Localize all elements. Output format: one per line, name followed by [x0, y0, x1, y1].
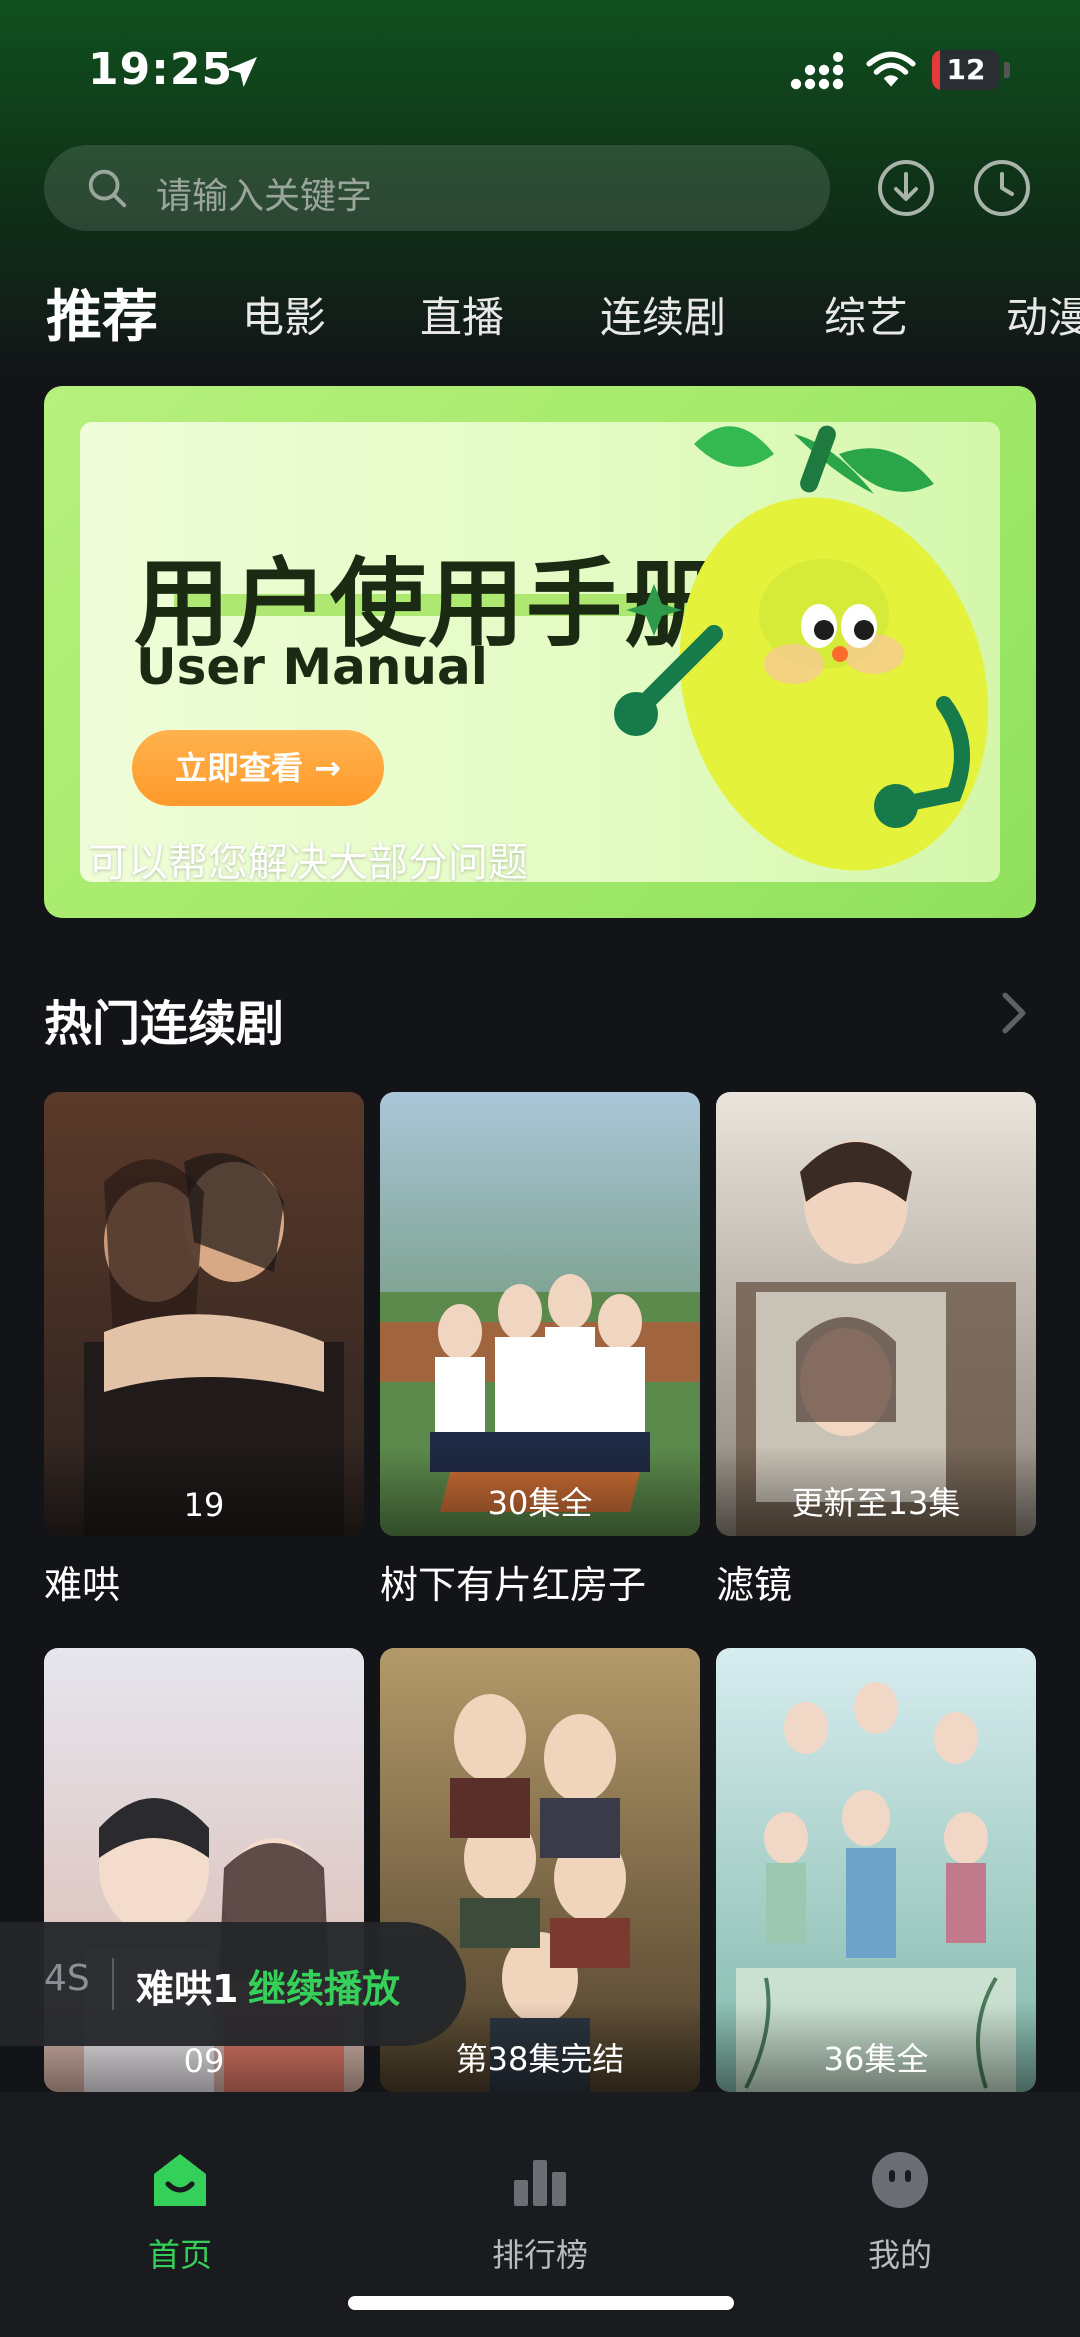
search-input[interactable]: 请输入关键字 [44, 145, 830, 231]
bar-chart-icon [514, 2160, 566, 2206]
poster-image: 更新至13集 [716, 1092, 1036, 1536]
download-icon[interactable] [876, 158, 936, 218]
poster-image: 30集全 [380, 1092, 700, 1536]
section-title: 热门连续剧 [44, 996, 285, 1052]
location-arrow-icon [227, 57, 257, 87]
show-title: 滤镜 [716, 1563, 793, 1607]
history-clock-icon[interactable] [972, 158, 1032, 218]
tab-recommend[interactable]: 推荐 [46, 272, 158, 350]
continue-play-button[interactable]: 继续播放 [248, 1958, 400, 2013]
poster-image: 19 [44, 1092, 364, 1536]
show-title: 难哄 [44, 1563, 121, 1607]
tab-series[interactable]: 连续剧 [600, 284, 726, 345]
user-manual-banner[interactable]: 用户使用手册 User Manual 立即查看 → 可以帮您解决大部分问题 [44, 386, 1036, 918]
cellular-signal-icon [790, 52, 844, 90]
nav-ranking[interactable]: 排行榜 [420, 2120, 660, 2290]
search-icon [88, 169, 127, 208]
search-placeholder: 请输入关键字 [156, 176, 373, 217]
battery-tip [1004, 62, 1010, 78]
home-icon [154, 2154, 206, 2206]
toast-divider [112, 1958, 114, 2010]
status-time: 19:25 [88, 44, 234, 95]
nav-home[interactable]: 首页 [60, 2120, 300, 2290]
banner-caption: 可以帮您解决大部分问题 [88, 840, 528, 886]
banner-subtitle: User Manual [136, 638, 488, 696]
mango-mascot-icon [614, 425, 989, 871]
episode-label: 36集全 [823, 2040, 929, 2078]
countdown-timer: 4S [44, 1958, 90, 1999]
tab-live[interactable]: 直播 [420, 284, 504, 345]
status-bar: 19:25 12 [0, 0, 1080, 140]
profile-face-icon [872, 2152, 928, 2208]
tab-movies[interactable]: 电影 [242, 284, 326, 345]
nav-ranking-label: 排行榜 [491, 2236, 588, 2274]
show-card[interactable]: 更新至13集 滤镜 [716, 1092, 1036, 1612]
nav-profile-label: 我的 [867, 2236, 932, 2274]
last-watched-show: 难哄1 [136, 1967, 239, 2011]
view-now-button[interactable]: 立即查看 → [132, 730, 384, 806]
episode-label: 09 [183, 2042, 225, 2080]
show-title: 树下有片红房子 [380, 1563, 647, 1607]
continue-watching-toast[interactable]: 4S 难哄1 继续播放 [0, 1922, 466, 2046]
tab-anime[interactable]: 动漫 [1006, 284, 1080, 345]
episode-label: 30集全 [487, 1484, 593, 1522]
battery-indicator: 12 [932, 50, 1000, 90]
show-card[interactable]: 19 难哄 [44, 1092, 364, 1612]
tab-variety[interactable]: 综艺 [824, 284, 908, 345]
home-indicator [348, 2296, 734, 2310]
nav-home-label: 首页 [147, 2236, 212, 2274]
show-card[interactable]: 30集全 树下有片红房子 [380, 1092, 700, 1612]
nav-profile[interactable]: 我的 [780, 2120, 1020, 2290]
show-card[interactable]: 36集全 [716, 1648, 1036, 2092]
poster-image: 36集全 [716, 1648, 1036, 2092]
category-tabs: 推荐 电影 直播 连续剧 综艺 动漫 [0, 270, 1080, 350]
battery-percent: 12 [946, 53, 986, 86]
episode-label: 更新至13集 [791, 1484, 961, 1522]
chevron-right-icon[interactable] [996, 990, 1032, 1036]
episode-label: 19 [183, 1486, 225, 1524]
wifi-icon [866, 51, 916, 87]
